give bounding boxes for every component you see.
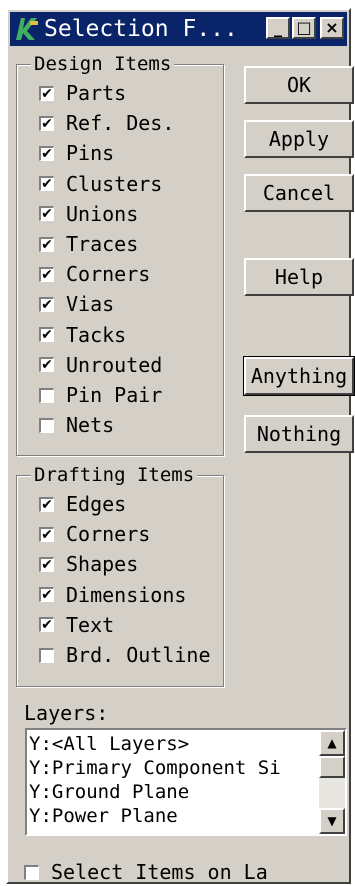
- check-icon[interactable]: ✔: [39, 176, 54, 192]
- checkbox-label: Clusters: [66, 171, 163, 196]
- minimize-button[interactable]: _: [266, 17, 290, 39]
- checkbox-unrouted[interactable]: ✔ Unrouted: [39, 351, 162, 379]
- title-bar[interactable]: Selection F... _ □ ×: [10, 12, 347, 46]
- checkbox-clusters[interactable]: ✔ Clusters: [39, 170, 162, 198]
- layer-list-item[interactable]: Y:<All Layers>: [29, 732, 319, 756]
- layers-listbox[interactable]: Y:<All Layers> Y:Primary Component Si Y:Gr…: [25, 728, 347, 836]
- design-items-legend: Design Items: [31, 52, 175, 76]
- checkbox-label: Shapes: [66, 552, 139, 577]
- design-items-group: Design Items ✔ Parts ✔ Ref. Des. ✔ Pins ✔ Clust…: [16, 52, 224, 456]
- app-icon: [13, 15, 41, 43]
- checkbox-box[interactable]: [39, 647, 54, 663]
- checkbox-corners[interactable]: ✔ Corners: [39, 520, 150, 548]
- checkbox-ref-des[interactable]: ✔ Ref. Des.: [39, 109, 174, 137]
- maximize-button[interactable]: □: [292, 17, 316, 39]
- layers-scrollbar[interactable]: ▲ ▼: [319, 730, 345, 834]
- checkbox-label: Corners: [66, 262, 151, 287]
- checkbox-label: Vias: [66, 292, 115, 317]
- checkbox-label: Unions: [66, 201, 139, 226]
- layer-list-item[interactable]: Y:Primary Component Si: [29, 756, 319, 780]
- close-button[interactable]: ×: [320, 17, 344, 39]
- check-icon[interactable]: ✔: [39, 236, 54, 252]
- checkbox-traces[interactable]: ✔ Traces: [39, 230, 138, 258]
- check-icon[interactable]: ✔: [39, 206, 54, 222]
- checkbox-unions[interactable]: ✔ Unions: [39, 200, 138, 228]
- check-icon[interactable]: ✔: [39, 587, 54, 603]
- drafting-items-legend: Drafting Items: [31, 463, 198, 487]
- checkbox-nets[interactable]: Nets: [39, 411, 114, 439]
- checkbox-box[interactable]: [39, 387, 54, 403]
- checkbox-edges[interactable]: ✔ Edges: [39, 490, 126, 518]
- ok-button[interactable]: OK: [244, 66, 354, 104]
- scroll-up-icon[interactable]: ▲: [319, 730, 345, 756]
- check-icon[interactable]: ✔: [39, 145, 54, 161]
- checkbox-vias[interactable]: ✔ Vias: [39, 290, 114, 318]
- check-icon[interactable]: ✔: [39, 296, 54, 312]
- checkbox-label: Pins: [66, 141, 115, 166]
- checkbox-shapes[interactable]: ✔ Shapes: [39, 550, 138, 578]
- checkbox-label: Unrouted: [66, 352, 163, 377]
- drafting-items-group: Drafting Items ✔ Edges ✔ Corners ✔ Shapes ✔ Dim…: [16, 463, 224, 687]
- checkbox-label: Parts: [66, 81, 127, 105]
- checkbox-label: Tacks: [66, 322, 127, 347]
- checkbox-tacks[interactable]: ✔ Tacks: [39, 321, 126, 349]
- checkbox-label: Text: [66, 612, 115, 637]
- apply-button[interactable]: Apply: [244, 120, 354, 158]
- check-icon[interactable]: ✔: [39, 617, 54, 633]
- scroll-down-icon[interactable]: ▼: [319, 808, 345, 834]
- checkbox-text[interactable]: ✔ Text: [39, 611, 114, 639]
- checkbox-corners[interactable]: ✔ Corners: [39, 260, 150, 288]
- layers-label: Layers:: [24, 701, 109, 725]
- check-icon[interactable]: ✔: [39, 266, 54, 282]
- scroll-thumb[interactable]: [319, 756, 345, 778]
- layers-list: Y:<All Layers> Y:Primary Component Si Y:Gr…: [29, 732, 319, 828]
- check-icon[interactable]: ✔: [39, 357, 54, 373]
- checkbox-label: Corners: [66, 522, 151, 547]
- checkbox-label: Pin Pair: [66, 383, 163, 407]
- checkbox-label: Traces: [66, 232, 139, 256]
- checkbox-pins[interactable]: ✔ Pins: [39, 139, 114, 167]
- checkbox-box[interactable]: [24, 864, 39, 880]
- window-title: Selection F...: [44, 16, 238, 42]
- selection-filter-dialog: Selection F... _ □ × Design Items ✔ Parts…: [6, 8, 355, 886]
- check-icon[interactable]: ✔: [39, 526, 54, 542]
- checkbox-box[interactable]: [39, 417, 54, 433]
- checkbox-label: Dimensions: [66, 582, 187, 607]
- check-icon[interactable]: ✔: [39, 496, 54, 512]
- layer-list-item[interactable]: Y:Power Plane: [29, 804, 319, 828]
- check-icon[interactable]: ✔: [39, 115, 54, 131]
- checkbox-parts[interactable]: ✔ Parts: [39, 79, 126, 107]
- select-items-on-layer-checkbox[interactable]: Select Items on La: [24, 858, 268, 886]
- checkbox-brd-outline[interactable]: Brd. Outline: [39, 641, 211, 669]
- anything-button[interactable]: Anything: [243, 356, 355, 396]
- select-items-on-layer-label: Select Items on La: [51, 860, 268, 884]
- layer-list-item[interactable]: Y:Ground Plane: [29, 780, 319, 804]
- check-icon[interactable]: ✔: [39, 85, 54, 101]
- cancel-button[interactable]: Cancel: [244, 174, 354, 212]
- help-button[interactable]: Help: [244, 258, 354, 296]
- checkbox-label: Ref. Des.: [66, 111, 175, 136]
- checkbox-label: Edges: [66, 492, 127, 516]
- checkbox-label: Brd. Outline: [66, 643, 211, 667]
- check-icon[interactable]: ✔: [39, 327, 54, 343]
- nothing-button[interactable]: Nothing: [244, 415, 354, 453]
- checkbox-label: Nets: [66, 413, 115, 438]
- checkbox-pin-pair[interactable]: Pin Pair: [39, 381, 162, 409]
- checkbox-dimensions[interactable]: ✔ Dimensions: [39, 581, 186, 609]
- check-icon[interactable]: ✔: [39, 556, 54, 572]
